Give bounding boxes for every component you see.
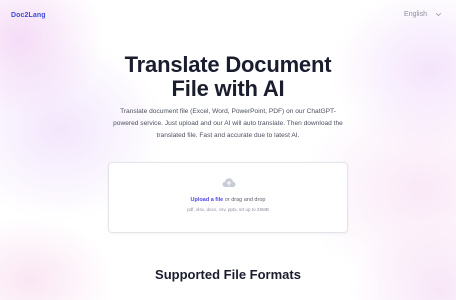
language-selector[interactable]: English	[404, 11, 442, 18]
drag-drop-text: or drag and drop	[223, 197, 266, 203]
hero-title-line1: Translate Document	[124, 52, 332, 77]
hero-description: Translate document file (Excel, Word, Po…	[113, 108, 343, 139]
cloud-upload-icon	[222, 178, 236, 187]
logo[interactable]: Doc2Lang	[11, 12, 46, 19]
upload-hint: pdf, xlsx, docx, csv, pptx, srt up to 25…	[187, 207, 269, 212]
chevron-down-icon	[435, 13, 442, 17]
supported-formats-title: Supported File Formats	[155, 267, 301, 282]
language-label: English	[404, 11, 427, 18]
upload-dropzone[interactable]: Upload a file or drag and drop pdf, xlsx…	[108, 162, 348, 233]
upload-file-link[interactable]: Upload a file	[191, 197, 224, 203]
hero-title-line2: File with AI	[171, 76, 285, 101]
upload-instructions: Upload a file or drag and drop	[109, 197, 347, 203]
hero-title: Translate Document File with AI	[0, 53, 456, 101]
page: Doc2Lang English Translate Document File…	[0, 0, 456, 300]
